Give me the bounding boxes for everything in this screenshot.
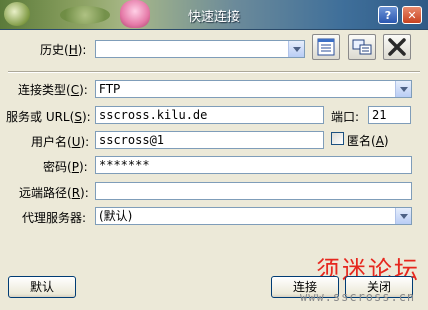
password-input[interactable]: *******	[95, 156, 412, 174]
window-close-button[interactable]: ✕	[402, 6, 422, 24]
address-book-button[interactable]	[312, 34, 340, 60]
remote-path-input[interactable]	[95, 182, 412, 200]
connection-type-select[interactable]: FTP	[95, 80, 412, 98]
history-combobox[interactable]	[95, 40, 305, 58]
remote-path-label: 远端路径(R):	[19, 186, 89, 200]
port-label: 端口:	[331, 110, 360, 124]
username-input[interactable]: sscross@1	[95, 131, 324, 149]
username-label: 用户名(U):	[31, 135, 90, 149]
chevron-down-icon[interactable]	[288, 41, 304, 57]
server-url-label: 服务或 URL(S):	[6, 110, 91, 124]
separator	[8, 71, 420, 73]
delete-x-icon	[388, 38, 406, 56]
window-title: 快速连接	[187, 10, 240, 25]
title-bar[interactable]: 快速连接 ? ✕	[0, 0, 428, 30]
password-label: 密码(P):	[43, 160, 88, 174]
history-label: 历史(H):	[40, 43, 87, 57]
server-url-input[interactable]: sscross.kilu.de	[95, 106, 324, 124]
chevron-down-icon[interactable]	[395, 208, 411, 224]
anonymous-label[interactable]: 匿名(A)	[347, 132, 389, 149]
default-button[interactable]: 默认	[8, 276, 76, 298]
proxy-select[interactable]: (默认)	[95, 207, 412, 225]
help-button[interactable]: ?	[378, 6, 398, 24]
chevron-down-icon[interactable]	[395, 81, 411, 97]
proxy-label: 代理服务器:	[22, 211, 87, 225]
connection-settings-button[interactable]	[348, 34, 376, 60]
port-input[interactable]: 21	[368, 106, 411, 124]
watermark-url: www.sscross.cn	[300, 290, 416, 304]
address-book-icon	[317, 38, 335, 56]
connection-type-label: 连接类型(C):	[18, 83, 88, 97]
quick-connect-dialog: 快速连接 ? ✕ 历史(H): 连接类型(C): FTP 服务或 URL(S):…	[0, 0, 428, 310]
connection-settings-icon	[352, 39, 372, 55]
delete-button[interactable]	[383, 34, 411, 60]
anonymous-checkbox[interactable]	[331, 132, 344, 145]
